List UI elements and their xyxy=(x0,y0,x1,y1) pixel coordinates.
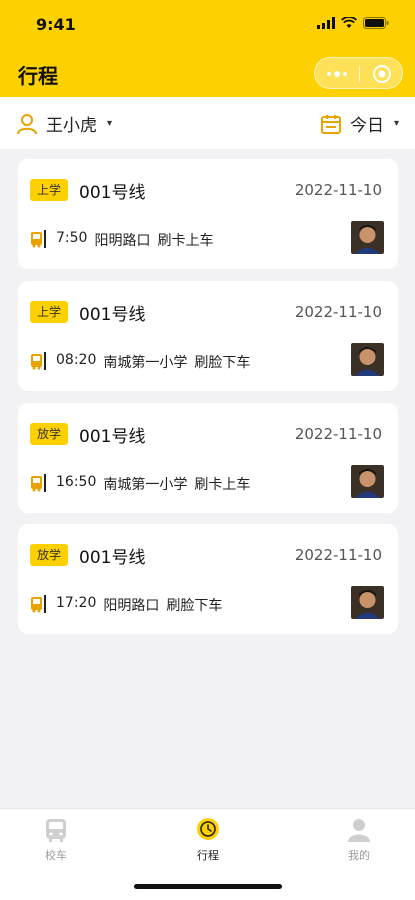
date-selector[interactable]: 今日 ▾ xyxy=(320,111,399,136)
trip-card[interactable]: 上学 001号线 2022-11-10 08:20 南城第一小学 刷脸下车 xyxy=(18,281,398,391)
header: 9:41 行程 xyxy=(0,0,415,97)
trip-action: 刷脸下车 xyxy=(166,598,223,614)
chevron-down-icon: ▾ xyxy=(107,118,113,129)
tab-label: 行程 xyxy=(197,849,219,862)
trip-detail: 08:20 南城第一小学 刷脸下车 xyxy=(56,352,250,372)
trip-card[interactable]: 上学 001号线 2022-11-10 7:50 阳明路口 刷卡上车 xyxy=(18,159,398,269)
tab-label: 校车 xyxy=(45,849,67,862)
face-photo-icon xyxy=(351,343,384,376)
student-photo[interactable] xyxy=(351,343,384,376)
trip-time: 17:20 xyxy=(56,595,97,611)
status-bar: 9:41 xyxy=(0,0,415,48)
trip-date: 2022-11-10 xyxy=(294,546,382,564)
bus-icon xyxy=(46,819,66,842)
clock-icon xyxy=(197,818,219,840)
home-indicator xyxy=(134,884,282,889)
trip-type-badge: 上学 xyxy=(30,301,69,323)
tab-profile[interactable]: 我的 xyxy=(319,817,399,863)
wifi-icon xyxy=(341,17,357,28)
date-label: 今日 xyxy=(349,116,384,136)
trip-type-badge: 上学 xyxy=(30,179,69,201)
student-photo[interactable] xyxy=(351,221,384,254)
trip-action: 刷卡上车 xyxy=(157,233,214,249)
trip-date: 2022-11-10 xyxy=(294,181,382,199)
bus-line: 001号线 xyxy=(79,183,146,203)
trip-stop: 阳明路口 xyxy=(103,598,160,614)
student-selector[interactable]: 王小虎 ▾ xyxy=(16,111,112,136)
trip-time: 16:50 xyxy=(56,474,97,490)
trip-detail: 16:50 南城第一小学 刷卡上车 xyxy=(56,474,250,494)
battery-icon xyxy=(363,17,389,29)
trip-stop: 南城第一小学 xyxy=(103,477,188,493)
page-title: 行程 xyxy=(18,64,58,88)
tab-trips[interactable]: 行程 xyxy=(168,817,248,863)
bus-stop-icon xyxy=(31,352,46,370)
filter-bar: 王小虎 ▾ 今日 ▾ xyxy=(0,97,415,149)
trip-type-badge: 放学 xyxy=(30,544,69,566)
bus-stop-icon xyxy=(31,230,46,248)
more-dots-icon xyxy=(327,71,347,77)
bus-line: 001号线 xyxy=(79,305,146,325)
trip-action: 刷脸下车 xyxy=(194,355,251,371)
face-photo-icon xyxy=(351,465,384,498)
tab-bus[interactable]: 校车 xyxy=(16,817,96,863)
bus-stop-icon xyxy=(31,595,46,613)
more-button[interactable] xyxy=(315,58,359,90)
trip-action: 刷卡上车 xyxy=(194,477,251,493)
bus-line: 001号线 xyxy=(79,548,146,568)
trip-card[interactable]: 放学 001号线 2022-11-10 17:20 阳明路口 刷脸下车 xyxy=(18,524,398,634)
status-time: 9:41 xyxy=(36,15,76,34)
tab-label: 我的 xyxy=(348,849,370,862)
student-photo[interactable] xyxy=(351,586,384,619)
face-photo-icon xyxy=(351,221,384,254)
calendar-icon xyxy=(320,114,341,134)
status-icons xyxy=(317,17,389,29)
trip-detail: 7:50 阳明路口 刷卡上车 xyxy=(56,230,213,250)
trip-card[interactable]: 放学 001号线 2022-11-10 16:50 南城第一小学 刷卡上车 xyxy=(18,403,398,513)
bus-stop-icon xyxy=(31,474,46,492)
trip-time: 08:20 xyxy=(56,352,97,368)
chevron-down-icon: ▾ xyxy=(393,118,399,129)
user-icon xyxy=(348,819,370,842)
target-icon xyxy=(373,65,391,83)
trip-stop: 南城第一小学 xyxy=(103,355,188,371)
trip-type-badge: 放学 xyxy=(30,423,69,445)
student-name: 王小虎 xyxy=(46,116,97,136)
trip-detail: 17:20 阳明路口 刷脸下车 xyxy=(56,595,222,615)
mini-program-capsule xyxy=(314,57,403,89)
face-photo-icon xyxy=(351,586,384,619)
bus-line: 001号线 xyxy=(79,427,146,447)
signal-icon xyxy=(317,17,335,29)
trip-date: 2022-11-10 xyxy=(294,303,382,321)
trip-time: 7:50 xyxy=(56,230,88,246)
trip-stop: 阳明路口 xyxy=(94,233,151,249)
person-icon xyxy=(17,113,37,134)
student-photo[interactable] xyxy=(351,465,384,498)
trip-date: 2022-11-10 xyxy=(294,425,382,443)
close-mini-program-button[interactable] xyxy=(360,58,404,90)
